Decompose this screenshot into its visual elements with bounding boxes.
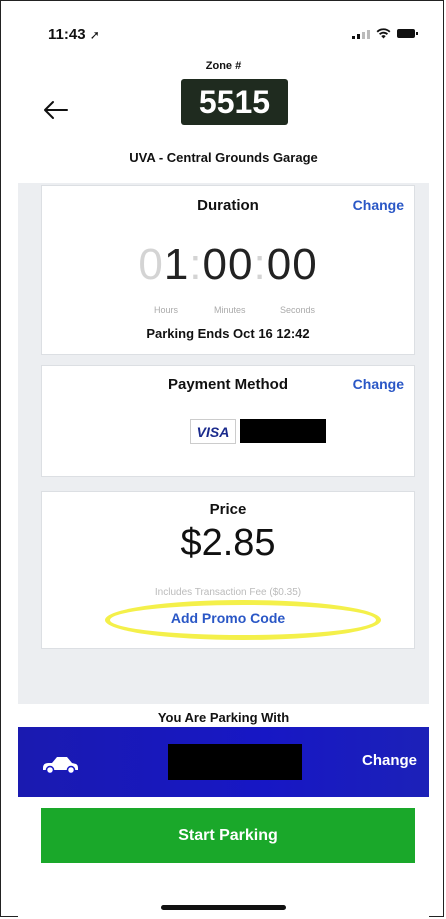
add-promo-code-link[interactable]: Add Promo Code	[42, 610, 414, 626]
price-card: Price $2.85 Includes Transaction Fee ($0…	[41, 491, 415, 649]
car-icon	[43, 757, 78, 775]
transaction-fee-note: Includes Transaction Fee ($0.35)	[154, 587, 302, 598]
unit-seconds-label: Seconds	[280, 305, 316, 315]
price-title: Price	[209, 501, 247, 518]
timer-hours-lead: 0	[138, 240, 164, 289]
price-amount: $2.85	[180, 522, 276, 564]
unit-hours-label: Hours	[154, 305, 179, 315]
zone-label: Zone #	[205, 60, 242, 72]
location-name: UVA - Central Grounds Garage	[129, 150, 318, 165]
parking-with-label: You Are Parking With	[157, 710, 290, 725]
payment-change-button[interactable]: Change	[353, 376, 404, 392]
status-time: 11:43 ➚	[48, 26, 100, 43]
vehicle-change-button[interactable]: Change	[362, 752, 417, 769]
start-parking-button[interactable]: Start Parking	[41, 808, 415, 863]
back-arrow-icon[interactable]	[40, 98, 70, 122]
content-area: Duration Change 01:00:00 Hours Minutes S…	[18, 183, 429, 704]
status-icons	[352, 28, 418, 39]
parking-ends-text: Parking Ends Oct 16 12:42	[146, 326, 310, 341]
zone-number-badge: 5515	[181, 79, 288, 125]
vehicle-bar: Change	[18, 727, 429, 797]
duration-change-button[interactable]: Change	[353, 197, 404, 213]
status-time-text: 11:43	[48, 26, 86, 43]
timer-separator: :	[253, 240, 267, 289]
timer-separator: :	[189, 240, 203, 289]
timer-hours: 1	[163, 240, 190, 289]
payment-card: Payment Method Change VISA	[41, 365, 415, 477]
redacted-license-plate	[168, 744, 302, 780]
duration-card: Duration Change 01:00:00 Hours Minutes S…	[41, 185, 415, 355]
location-arrow-icon: ➚	[89, 28, 100, 42]
battery-icon	[397, 29, 418, 38]
phone-screen: 11:43 ➚ Zone # 5515 UVA - Central Ground…	[18, 16, 429, 917]
visa-card-icon: VISA	[190, 419, 236, 444]
home-indicator[interactable]	[161, 905, 286, 910]
timer-minutes: 00	[202, 240, 254, 289]
timer-seconds: 00	[266, 240, 318, 289]
duration-timer: 01:00:00	[42, 240, 414, 290]
redacted-card-number	[240, 419, 326, 443]
signal-icon	[352, 29, 370, 39]
wifi-icon	[376, 28, 391, 39]
unit-minutes-label: Minutes	[214, 305, 246, 315]
